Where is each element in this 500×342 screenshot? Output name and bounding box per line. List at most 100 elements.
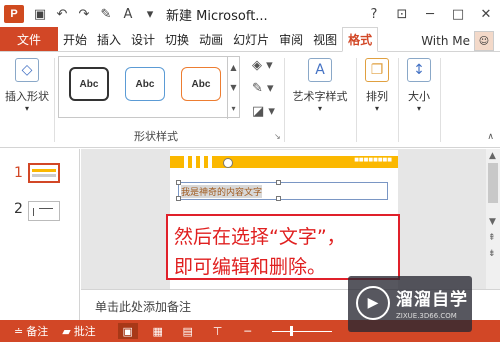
minimize-icon[interactable]: ─	[416, 7, 444, 22]
slide-bar-text: ■■■■■■■■	[354, 157, 392, 163]
slide-sorter-icon[interactable]: ▦	[148, 323, 168, 339]
help-icon[interactable]: ?	[360, 7, 388, 22]
slide-thumbnail-1[interactable]	[28, 163, 60, 183]
ribbon: ◇ 插入形状 ▾ Abc Abc Abc ▲ ▼ ▾ ◈ ▾ ✎ ▾ ◪ ▾ 形…	[0, 52, 500, 148]
slide-number: 1	[14, 165, 23, 181]
divider	[356, 58, 357, 142]
maximize-icon[interactable]: □	[444, 7, 472, 22]
comment-icon: ▰	[62, 324, 71, 338]
undo-icon[interactable]: ↶	[54, 7, 70, 22]
art-text-styles-button[interactable]: A 艺术字样式 ▾	[288, 58, 352, 113]
tab-format[interactable]: 格式	[342, 27, 379, 52]
tab-slideshow[interactable]: 幻灯片	[228, 27, 274, 51]
comments-label: 批注	[73, 325, 96, 338]
shape-format-tools: ◈ ▾ ✎ ▾ ◪ ▾	[252, 58, 275, 119]
size-label: 大小	[408, 90, 430, 103]
prev-slide-icon[interactable]: ⇞	[488, 233, 496, 243]
wordart-icon: A	[308, 58, 332, 82]
tab-file[interactable]: 文件	[0, 27, 58, 51]
slides-pane: 1 2	[0, 149, 80, 320]
slide-number: 2	[14, 201, 23, 217]
collapse-ribbon-icon[interactable]: ∧	[487, 132, 494, 142]
powerpoint-logo-icon: P	[4, 5, 24, 23]
notes-icon: ≐	[14, 324, 24, 338]
zoom-slider[interactable]	[271, 325, 332, 336]
shape-outline-icon[interactable]: ✎ ▾	[252, 81, 275, 96]
account-name: With Me	[421, 34, 470, 48]
shape-styles-gallery: Abc Abc Abc ▲ ▼ ▾	[58, 56, 240, 119]
tab-review[interactable]: 审阅	[274, 27, 308, 51]
customize-icon[interactable]: ▾	[142, 7, 158, 22]
scroll-up-icon[interactable]: ▲	[489, 151, 496, 161]
gallery-scroll[interactable]: ▲ ▼ ▾	[227, 57, 239, 119]
arrange-button[interactable]: ❐ 排列 ▾	[360, 58, 394, 113]
textbox-content[interactable]: 我是神奇的内容文字	[181, 185, 263, 198]
resize-handle[interactable]	[176, 196, 181, 201]
zoom-knob[interactable]	[289, 325, 293, 336]
shape-styles-label: 形状样式	[134, 130, 178, 143]
normal-view-icon[interactable]: ▣	[117, 323, 138, 339]
divider	[440, 58, 441, 142]
shape-effects-icon[interactable]: ◪ ▾	[252, 104, 275, 119]
insert-shape-label: 插入形状	[5, 90, 49, 103]
tab-view[interactable]: 视图	[308, 27, 342, 51]
rotate-handle-icon[interactable]	[223, 158, 233, 168]
notes-placeholder[interactable]: 单击此处添加备注	[95, 298, 191, 315]
play-logo-icon: ▶	[356, 286, 390, 320]
avatar[interactable]: ☺	[474, 31, 494, 51]
tab-transitions[interactable]: 切换	[160, 27, 194, 51]
divider	[284, 58, 285, 142]
art-text-label: 艺术字样式	[292, 90, 348, 103]
tab-home[interactable]: 开始	[58, 27, 92, 51]
divider	[398, 58, 399, 142]
shape-fill-icon[interactable]: ◈ ▾	[252, 58, 275, 73]
divider	[54, 58, 55, 142]
tab-animations[interactable]: 动画	[194, 27, 228, 51]
watermark-subtitle: ZIXUE.3D66.COM	[396, 312, 457, 320]
account-area[interactable]: With Me ☺	[421, 31, 500, 51]
reading-view-icon[interactable]: ▤	[178, 323, 198, 339]
chevron-down-icon: ▾	[374, 104, 379, 113]
slide-thumbnail-2[interactable]	[28, 201, 60, 221]
dialog-launcher-icon[interactable]: ↘	[274, 132, 281, 141]
slideshow-icon[interactable]: ⊤	[208, 323, 228, 339]
next-slide-icon[interactable]: ⇟	[488, 249, 496, 259]
style-option-orange[interactable]: Abc	[181, 67, 221, 101]
scroll-down-icon[interactable]: ▼	[489, 217, 496, 227]
zoom-out-icon[interactable]: ─	[238, 323, 258, 339]
chevron-down-icon: ▾	[24, 104, 29, 113]
style-option-dark[interactable]: Abc	[69, 67, 109, 101]
document-title: 新建 Microsoft...	[166, 8, 268, 24]
close-icon[interactable]: ✕	[472, 7, 500, 22]
window-controls: ? ⊡ ─ □ ✕	[360, 0, 500, 28]
redo-icon[interactable]: ↷	[76, 7, 92, 22]
resize-handle[interactable]	[276, 180, 281, 185]
editor-scrollbar[interactable]: ▲ ▼ ⇞ ⇟	[486, 149, 500, 289]
size-icon: ↕	[407, 58, 431, 82]
comments-button[interactable]: ▰ 批注	[62, 323, 95, 339]
style-option-blue[interactable]: Abc	[125, 67, 165, 101]
brush-icon[interactable]: ✎	[98, 7, 114, 22]
annotation-callout: 然后在选择“文字”， 即可编辑和删除。	[166, 214, 400, 280]
tab-design[interactable]: 设计	[126, 27, 160, 51]
scroll-up-icon[interactable]: ▲	[230, 63, 236, 72]
size-button[interactable]: ↕ 大小 ▾	[402, 58, 436, 113]
scroll-thumb[interactable]	[488, 163, 498, 203]
notes-toggle-button[interactable]: ≐ 备注	[14, 323, 48, 339]
selected-textbox[interactable]: 我是神奇的内容文字	[178, 182, 388, 200]
insert-shape-button[interactable]: ◇ 插入形状 ▾	[4, 58, 50, 113]
more-icon[interactable]: ▾	[231, 104, 235, 113]
arrange-label: 排列	[366, 90, 388, 103]
annotation-line-1: 然后在选择“文字”，	[174, 226, 346, 248]
ribbon-display-icon[interactable]: ⊡	[388, 7, 416, 22]
tab-insert[interactable]: 插入	[92, 27, 126, 51]
notes-label: 备注	[26, 325, 49, 338]
ribbon-tabs: 文件 开始 插入 设计 切换 动画 幻灯片 审阅 视图 格式 With Me ☺	[0, 27, 500, 52]
watermark-title: 溜溜自学	[396, 290, 468, 310]
resize-handle[interactable]	[276, 196, 281, 201]
title-bar: P ▣ ↶ ↷ ✎ A ▾ 新建 Microsoft... ? ⊡ ─ □ ✕	[0, 0, 500, 28]
resize-handle[interactable]	[176, 180, 181, 185]
save-icon[interactable]: ▣	[32, 7, 48, 22]
scroll-down-icon[interactable]: ▼	[230, 83, 236, 92]
font-color-icon[interactable]: A	[120, 7, 136, 22]
